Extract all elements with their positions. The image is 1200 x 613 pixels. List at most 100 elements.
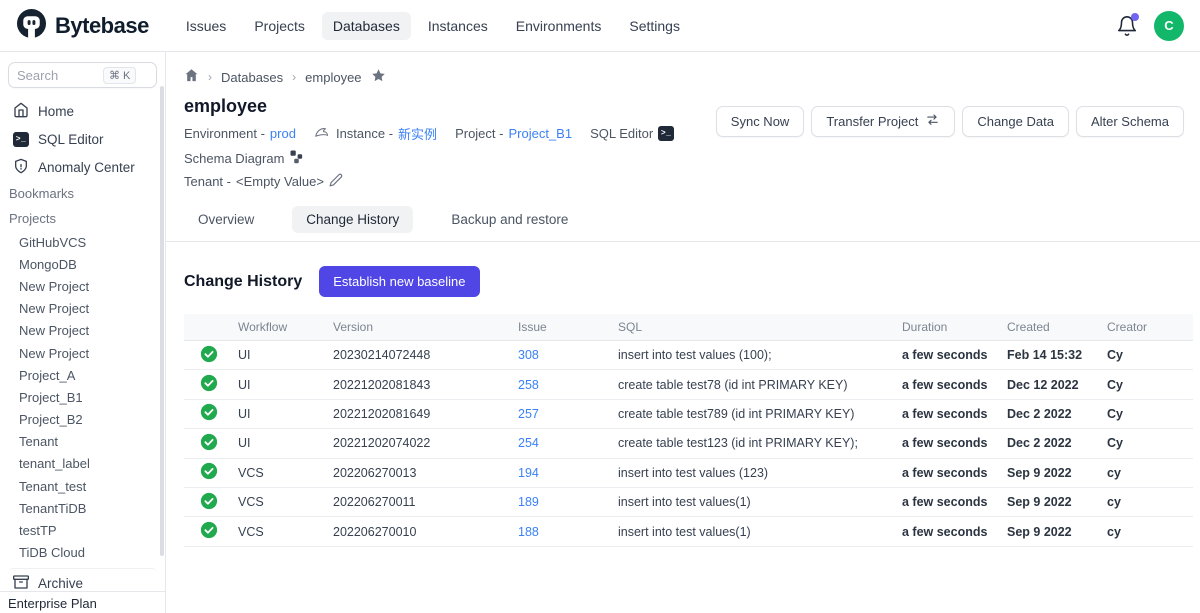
sync-now-button[interactable]: Sync Now [716, 106, 805, 137]
creator-cell: Cy [1103, 348, 1193, 362]
status-cell [184, 521, 234, 542]
table-row[interactable]: VCS 202206270010 188 insert into test va… [184, 517, 1193, 546]
tab[interactable]: Overview [184, 206, 268, 233]
establish-baseline-button[interactable]: Establish new baseline [319, 266, 479, 297]
status-done-icon [200, 492, 218, 513]
sql-editor-shortcut[interactable]: SQL Editor >_ [590, 126, 674, 141]
sidebar-project-item[interactable]: TenantTiDB [8, 497, 157, 519]
notification-badge [1131, 13, 1139, 21]
status-done-icon [200, 433, 218, 454]
creator-cell: cy [1103, 466, 1193, 480]
breadcrumb-employee[interactable]: employee [305, 70, 361, 85]
sidebar-project-item[interactable]: tenant_label [8, 453, 157, 475]
issue-link[interactable]: 194 [518, 466, 539, 480]
col-header-duration: Duration [898, 320, 1003, 334]
version-cell: 20221202081649 [329, 407, 514, 421]
sidebar-project-item[interactable]: Project_B2 [8, 409, 157, 431]
project-link[interactable]: Project_B1 [508, 126, 572, 141]
sidebar-project-item[interactable]: testTP [8, 519, 157, 541]
button-label: Sync Now [731, 114, 790, 129]
topnav-item[interactable]: Projects [243, 12, 316, 40]
table-row[interactable]: UI 20230214072448 308 insert into test v… [184, 341, 1193, 370]
button-label: Alter Schema [1091, 114, 1169, 129]
sidebar-project-item[interactable]: Project_A [8, 364, 157, 386]
project-label: Project - [455, 126, 503, 141]
sidebar-project-item[interactable]: MongoDB [8, 253, 157, 275]
user-avatar[interactable]: C [1154, 11, 1184, 41]
button-label: Transfer Project [826, 114, 918, 129]
mysql-engine-icon [314, 125, 331, 142]
environment-link[interactable]: prod [270, 126, 296, 141]
creator-cell: cy [1103, 495, 1193, 509]
sidebar-project-item[interactable]: New Project [8, 275, 157, 297]
change-data-button[interactable]: Change Data [962, 106, 1069, 137]
favorite-star-icon[interactable] [371, 68, 386, 86]
sidebar-item-anomaly-center[interactable]: Anomaly Center [8, 153, 157, 181]
table-row[interactable]: VCS 202206270011 189 insert into test va… [184, 488, 1193, 517]
sidebar-project-item[interactable]: New Project [8, 342, 157, 364]
notifications-bell-icon[interactable] [1116, 15, 1138, 37]
breadcrumb-databases[interactable]: Databases [221, 70, 283, 85]
workflow-cell: VCS [234, 525, 329, 539]
sidebar-item-home[interactable]: Home [8, 97, 157, 125]
sidebar-project-item[interactable]: New Project [8, 298, 157, 320]
issue-link[interactable]: 258 [518, 378, 539, 392]
tenant-label: Tenant - [184, 174, 231, 189]
table-row[interactable]: UI 20221202081649 257 create table test7… [184, 400, 1193, 429]
search-input[interactable] [17, 68, 103, 83]
issue-link[interactable]: 308 [518, 348, 539, 362]
col-header-workflow: Workflow [234, 320, 329, 334]
sidebar-project-item[interactable]: Project_B1 [8, 386, 157, 408]
tab[interactable]: Change History [292, 206, 413, 233]
issue-link[interactable]: 189 [518, 495, 539, 509]
topnav-item[interactable]: Issues [175, 12, 237, 40]
brand-name: Bytebase [55, 13, 149, 39]
sidebar-project-item[interactable]: New Project [8, 320, 157, 342]
sidebar-scrollbar[interactable] [160, 86, 164, 556]
status-done-icon [200, 462, 218, 483]
sidebar-project-item[interactable]: TiDB Cloud [8, 542, 157, 564]
topnav-item[interactable]: Settings [618, 12, 691, 40]
topnav-item[interactable]: Instances [417, 12, 499, 40]
sidebar-project-item[interactable]: Tenant [8, 431, 157, 453]
table-row[interactable]: VCS 202206270013 194 insert into test va… [184, 459, 1193, 488]
issue-link[interactable]: 188 [518, 525, 539, 539]
issue-cell: 257 [514, 407, 614, 421]
alter-schema-button[interactable]: Alter Schema [1076, 106, 1184, 137]
instance-meta: Instance - 新实例 [314, 124, 437, 143]
creator-cell: Cy [1103, 378, 1193, 392]
sidebar-project-item[interactable]: GitHubVCS [8, 231, 157, 253]
status-done-icon [200, 374, 218, 395]
table-row[interactable]: UI 20221202074022 254 create table test1… [184, 429, 1193, 458]
sql-cell: create table test123 (id int PRIMARY KEY… [614, 436, 898, 450]
sidebar-item-sql-editor[interactable]: >_ SQL Editor [8, 125, 157, 153]
transfer-arrows-icon [925, 113, 940, 130]
environment-meta: Environment - prod [184, 126, 296, 141]
instance-link[interactable]: 新实例 [398, 124, 437, 143]
created-cell: Sep 9 2022 [1003, 466, 1103, 480]
schema-diagram-shortcut[interactable]: Schema Diagram [184, 149, 304, 167]
transfer-project-button[interactable]: Transfer Project [811, 106, 955, 137]
sidebar-item-label: SQL Editor [38, 132, 104, 147]
tab[interactable]: Backup and restore [437, 206, 582, 233]
duration-cell: a few seconds [898, 348, 1003, 362]
issue-link[interactable]: 257 [518, 407, 539, 421]
search-box[interactable]: ⌘ K [8, 62, 157, 88]
issue-link[interactable]: 254 [518, 436, 539, 450]
topnav-item[interactable]: Environments [505, 12, 613, 40]
bytebase-logo[interactable]: Bytebase [16, 8, 149, 44]
database-tabs: Overview Change History Backup and resto… [166, 196, 1200, 242]
workflow-cell: UI [234, 407, 329, 421]
issue-cell: 258 [514, 378, 614, 392]
sidebar-section-bookmarks: Bookmarks [8, 181, 157, 206]
table-row[interactable]: UI 20221202081843 258 create table test7… [184, 370, 1193, 399]
plan-label[interactable]: Enterprise Plan [0, 591, 165, 613]
sql-cell: insert into test values(1) [614, 495, 898, 509]
topnav-item[interactable]: Databases [322, 12, 411, 40]
sidebar-project-item[interactable]: Tenant_test [8, 475, 157, 497]
edit-pencil-icon[interactable] [329, 173, 343, 190]
status-done-icon [200, 521, 218, 542]
duration-cell: a few seconds [898, 407, 1003, 421]
created-cell: Feb 14 15:32 [1003, 348, 1103, 362]
breadcrumb-home-icon[interactable] [184, 68, 199, 86]
